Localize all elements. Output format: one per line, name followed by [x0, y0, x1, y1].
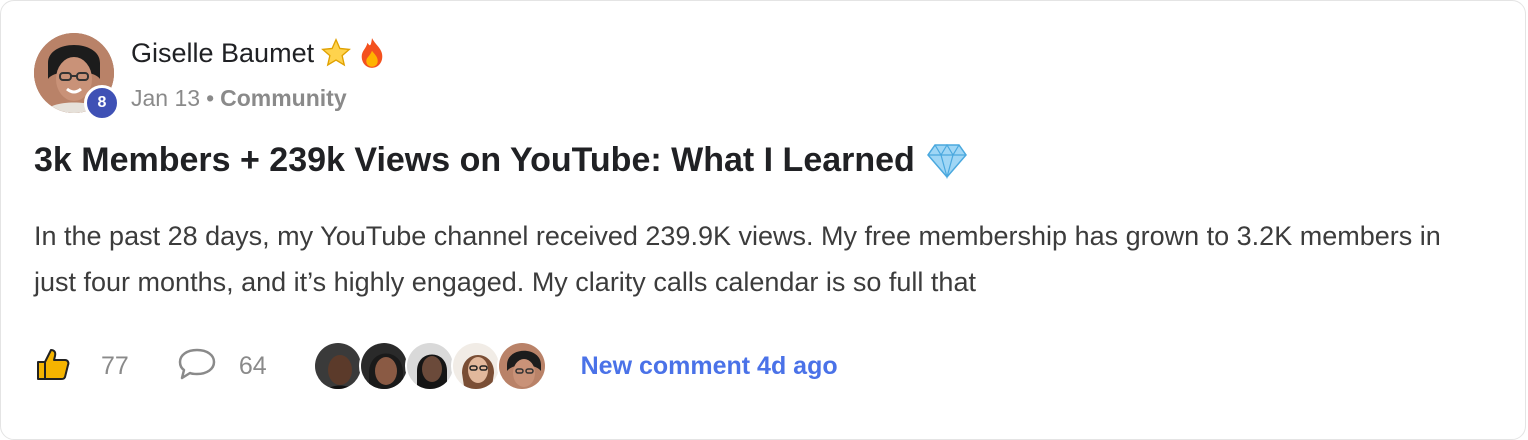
star-icon: [320, 37, 352, 69]
commenter-avatars[interactable]: [312, 341, 547, 391]
thumbs-up-icon[interactable]: [35, 346, 71, 387]
post-actions: 77 64 New comment 4d ago: [35, 341, 838, 391]
like-count: 77: [101, 351, 129, 380]
commenter-avatar-5[interactable]: [496, 341, 547, 391]
commenter-avatar-1[interactable]: [312, 341, 363, 391]
post-card[interactable]: 8 Giselle Baumet Jan 13 • Community 3k M…: [0, 0, 1526, 440]
author-avatar-wrap[interactable]: 8: [34, 33, 120, 121]
like-button[interactable]: 77: [35, 346, 129, 387]
level-badge: 8: [84, 85, 120, 121]
commenter-avatar-2[interactable]: [358, 341, 409, 391]
author-row: Giselle Baumet: [131, 37, 386, 69]
commenter-avatar-3[interactable]: [404, 341, 455, 391]
post-date[interactable]: Jan 13: [131, 85, 200, 112]
fire-icon: [358, 37, 386, 69]
post-meta: Jan 13 • Community: [131, 85, 347, 112]
comment-count: 64: [238, 351, 267, 380]
author-name[interactable]: Giselle Baumet: [131, 38, 314, 69]
post-body[interactable]: In the past 28 days, my YouTube channel …: [34, 213, 1474, 305]
gem-icon: [926, 143, 967, 179]
new-comment-link[interactable]: New comment 4d ago: [581, 352, 838, 381]
commenter-avatar-4[interactable]: [450, 341, 501, 391]
post-title[interactable]: 3k Members + 239k Views on YouTube: What…: [34, 141, 915, 180]
meta-separator: •: [206, 85, 215, 111]
post-category[interactable]: Community: [220, 85, 347, 112]
comment-icon[interactable]: [177, 347, 217, 386]
comment-button[interactable]: 64: [177, 347, 267, 386]
post-title-row[interactable]: 3k Members + 239k Views on YouTube: What…: [34, 141, 967, 180]
